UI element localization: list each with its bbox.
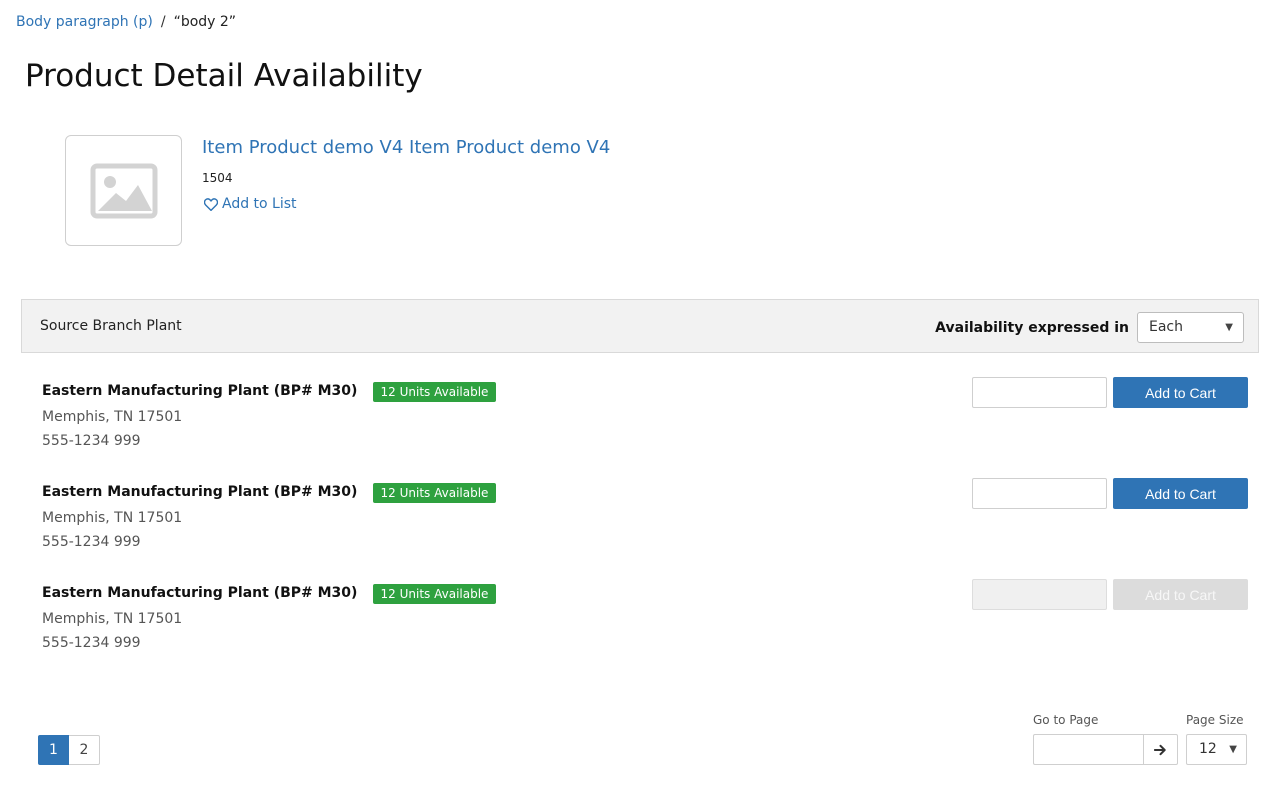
branch-row: Eastern Manufacturing Plant (BP# M30) 12… — [0, 377, 1280, 473]
page-title: Product Detail Availability — [25, 58, 423, 94]
breadcrumb: Body paragraph (p) / “body 2” — [16, 14, 236, 30]
quantity-input[interactable] — [972, 377, 1107, 408]
availability-badge: 12 Units Available — [373, 382, 496, 402]
add-to-cart-button[interactable]: Add to Cart — [1113, 377, 1248, 408]
chevron-down-icon: ▼ — [1229, 744, 1237, 755]
product-title-link[interactable]: Item Product demo V4 Item Product demo V… — [202, 137, 610, 158]
quantity-input — [972, 579, 1107, 610]
branch-name: Eastern Manufacturing Plant (BP# M30) — [42, 383, 358, 399]
unit-of-measure-value: Each — [1149, 319, 1183, 335]
product-image[interactable] — [65, 135, 182, 246]
branch-city: Memphis, TN 17501 — [42, 409, 183, 425]
page-size-select[interactable]: 12 ▼ — [1186, 734, 1247, 765]
add-to-list-label: Add to List — [222, 196, 297, 212]
unit-of-measure-select[interactable]: Each ▼ — [1137, 312, 1244, 343]
branch-row: Eastern Manufacturing Plant (BP# M30) 12… — [0, 478, 1280, 574]
branch-phone: 555-1234 999 — [42, 433, 141, 449]
branch-phone: 555-1234 999 — [42, 635, 141, 651]
breadcrumb-separator: / — [160, 14, 166, 30]
add-to-cart-button[interactable]: Add to Cart — [1113, 478, 1248, 509]
branch-row: Eastern Manufacturing Plant (BP# M30) 12… — [0, 579, 1280, 675]
branch-city: Memphis, TN 17501 — [42, 611, 183, 627]
branch-name: Eastern Manufacturing Plant (BP# M30) — [42, 585, 358, 601]
quantity-input[interactable] — [972, 478, 1107, 509]
add-to-list-link[interactable]: Add to List — [204, 196, 297, 212]
availability-badge: 12 Units Available — [373, 483, 496, 503]
branch-name: Eastern Manufacturing Plant (BP# M30) — [42, 484, 358, 500]
breadcrumb-current: “body 2” — [173, 14, 237, 30]
page-button-1[interactable]: 1 — [38, 735, 69, 765]
branch-city: Memphis, TN 17501 — [42, 510, 183, 526]
branch-phone: 555-1234 999 — [42, 534, 141, 550]
breadcrumb-link[interactable]: Body paragraph (p) — [16, 14, 153, 30]
page-size-label: Page Size — [1186, 713, 1244, 727]
availability-header: Source Branch Plant Availability express… — [21, 299, 1259, 353]
availability-expressed-label: Availability expressed in — [935, 320, 1129, 336]
chevron-down-icon: ▼ — [1225, 322, 1233, 333]
page-size-value: 12 — [1199, 741, 1217, 757]
go-to-page-label: Go to Page — [1033, 713, 1099, 727]
go-to-page-button[interactable] — [1143, 734, 1178, 765]
page-button-2[interactable]: 2 — [69, 735, 100, 765]
arrow-right-icon — [1154, 744, 1166, 755]
add-to-cart-button: Add to Cart — [1113, 579, 1248, 610]
heart-outline-icon — [204, 197, 218, 211]
image-placeholder-icon — [90, 163, 157, 218]
product-sku: 1504 — [202, 171, 233, 185]
source-branch-label: Source Branch Plant — [40, 318, 182, 334]
availability-badge: 12 Units Available — [373, 584, 496, 604]
go-to-page-input[interactable] — [1033, 734, 1144, 765]
pagination: 1 2 — [38, 735, 100, 765]
